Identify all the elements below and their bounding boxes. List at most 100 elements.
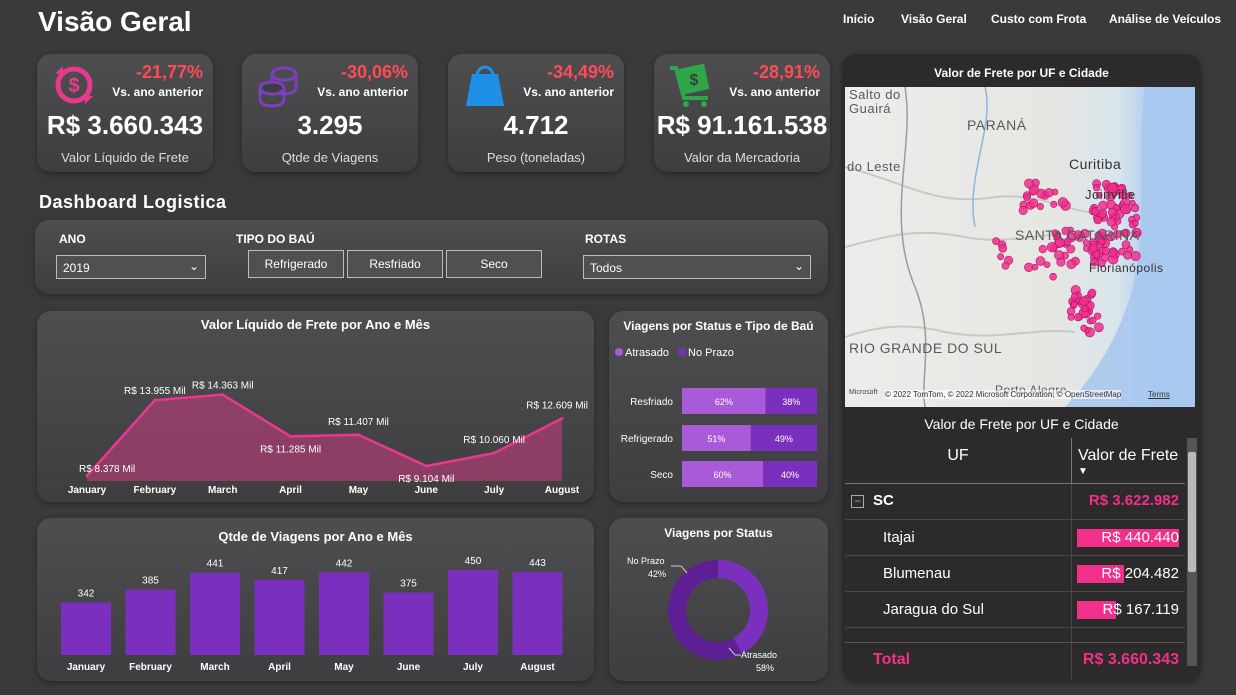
weight-bag-icon [466,65,504,106]
x-tick-label: April [279,485,302,496]
city-bubble [1029,198,1039,208]
city-bubble [997,253,1004,261]
table-row[interactable]: Itajai R$ 440.440 [845,520,1185,556]
nav-custo-frota[interactable]: Custo com Frota [991,12,1086,26]
chevron-down-icon: ⌄ [793,259,804,273]
city-bubble [1080,324,1088,332]
nav-visao-geral[interactable]: Visão Geral [901,12,967,26]
map-label: do Leste [847,159,901,174]
bar [254,579,305,655]
table-row[interactable]: Blumenau R$ 204.482 [845,556,1185,592]
city-value: R$ 440.440 [1101,529,1179,546]
y-tick-label: Resfriado [630,397,673,408]
map-label: Salto do [849,87,901,102]
total-value: R$ 3.660.343 [1082,651,1179,668]
bar-value-label: 442 [336,558,353,569]
city-bubble [1046,242,1058,253]
nav-inicio[interactable]: Início [843,12,874,26]
city-bubble [1056,257,1066,267]
rotas-select[interactable]: Todos ⌄ [583,255,811,279]
table-scrollbar[interactable] [1187,438,1197,666]
kpi-delta: -21,77% [135,62,203,82]
col-uf-header[interactable]: UF [845,447,1071,465]
table-row[interactable]: Jaragua do Sul R$ 167.119 [845,592,1185,628]
map-label: SANTA CATARINA [1015,227,1140,243]
x-tick-label: January [68,485,107,496]
ano-label: ANO [59,232,86,246]
table-total-row: Total R$ 3.660.343 [845,642,1185,679]
data-point [560,416,564,420]
city-bubble [1081,304,1089,313]
seco-button[interactable]: Seco [446,250,542,278]
qtde-viagens-bar-chart: 342 January 385 February 441 March 417 April 442… [61,556,563,673]
svg-text:$: $ [68,75,79,97]
bar-value-label: 450 [465,556,482,567]
kpi-compare-label: Vs. ano anterior [729,85,820,99]
x-tick-label: May [349,485,369,496]
resfriado-button[interactable]: Resfriado [347,250,443,278]
city-bubble [1082,245,1090,252]
nav-analise-veiculos[interactable]: Análise de Veículos [1109,12,1221,26]
segment-label: 38% [782,397,800,407]
city-bubble [1088,288,1097,297]
city-bubble [1071,292,1080,301]
segment-label: 40% [781,470,799,480]
x-tick-label: August [520,662,555,673]
cash-cart-icon: $ [670,63,710,107]
status-donut-card: Viagens por Status No Prazo 42% Atrasado 58… [609,518,828,681]
kpi-card-valor-frete: $ -21,77% Vs. ano anterior R$ 3.660.343 … [37,54,213,172]
x-tick-label: February [129,662,172,673]
city-bubble [1131,219,1139,227]
col-valor-header[interactable]: Valor de Frete [1078,447,1178,465]
kpi-card-valor-mercadoria: $ -28,91% Vs. ano anterior R$ 91.161.538… [654,54,830,172]
x-tick-label: August [545,485,580,496]
city-bubble [1074,312,1083,322]
city-value: R$ 204.482 [1101,565,1179,582]
data-label: R$ 12.609 Mil [526,400,588,411]
bar [512,572,563,655]
svg-text:$: $ [690,72,699,89]
scrollbar-thumb[interactable] [1188,452,1196,572]
rotas-value: Todos [590,261,623,275]
bar [319,572,369,655]
dashboard-title: Dashboard Logistica [39,192,227,212]
column-divider [1071,484,1072,644]
map-bubbles [992,178,1142,338]
map-label: PARANÁ [967,117,1027,133]
refrigerado-button[interactable]: Refrigerado [248,250,344,278]
data-point [153,398,157,402]
city-bubble [1067,313,1075,321]
bar-value-label: 342 [78,588,95,599]
city-bubble [1023,193,1031,202]
uf-name: SC [873,492,894,509]
map-terms-link[interactable]: Terms [1148,390,1170,399]
data-point [289,434,293,438]
city-bubble [1038,245,1047,254]
bubble-map[interactable]: Salto do Guairá PARANÁ do Leste Curitiba… [845,87,1195,407]
y-tick-label: Refrigerado [621,434,674,445]
table-group-row[interactable]: − SC R$ 3.622.982 [845,484,1185,520]
city-bubble [1120,203,1131,215]
kpi-value: 4.712 [503,110,569,140]
data-point [424,464,428,468]
status-donut-chart: No Prazo 42% Atrasado 58% [627,556,777,673]
city-name: Jaragua do Sul [883,601,984,618]
segment-label: 51% [707,434,725,444]
kpi-compare-label: Vs. ano anterior [112,85,203,99]
sort-desc-icon[interactable]: ▼ [1078,466,1088,477]
donut-slice [718,560,768,654]
y-tick-label: Seco [650,470,673,481]
city-name: Itajai [883,529,915,546]
collapse-icon[interactable]: − [851,495,864,508]
table-title: Valor de Frete por UF e Cidade [924,416,1119,432]
map-label: RIO GRANDE DO SUL [849,340,1003,356]
x-tick-label: June [397,662,421,673]
bar-value-label: 375 [400,579,417,590]
tipo-bau-label: TIPO DO BAÚ [236,232,315,246]
data-label: R$ 8.378 Mil [79,464,135,475]
map-attribution[interactable]: © 2022 TomTom, © 2022 Microsoft Corporat… [885,390,1122,399]
column-divider [1071,643,1072,679]
bar [125,589,176,655]
ano-select[interactable]: 2019 ⌄ [56,255,206,279]
total-label: Total [873,651,911,668]
